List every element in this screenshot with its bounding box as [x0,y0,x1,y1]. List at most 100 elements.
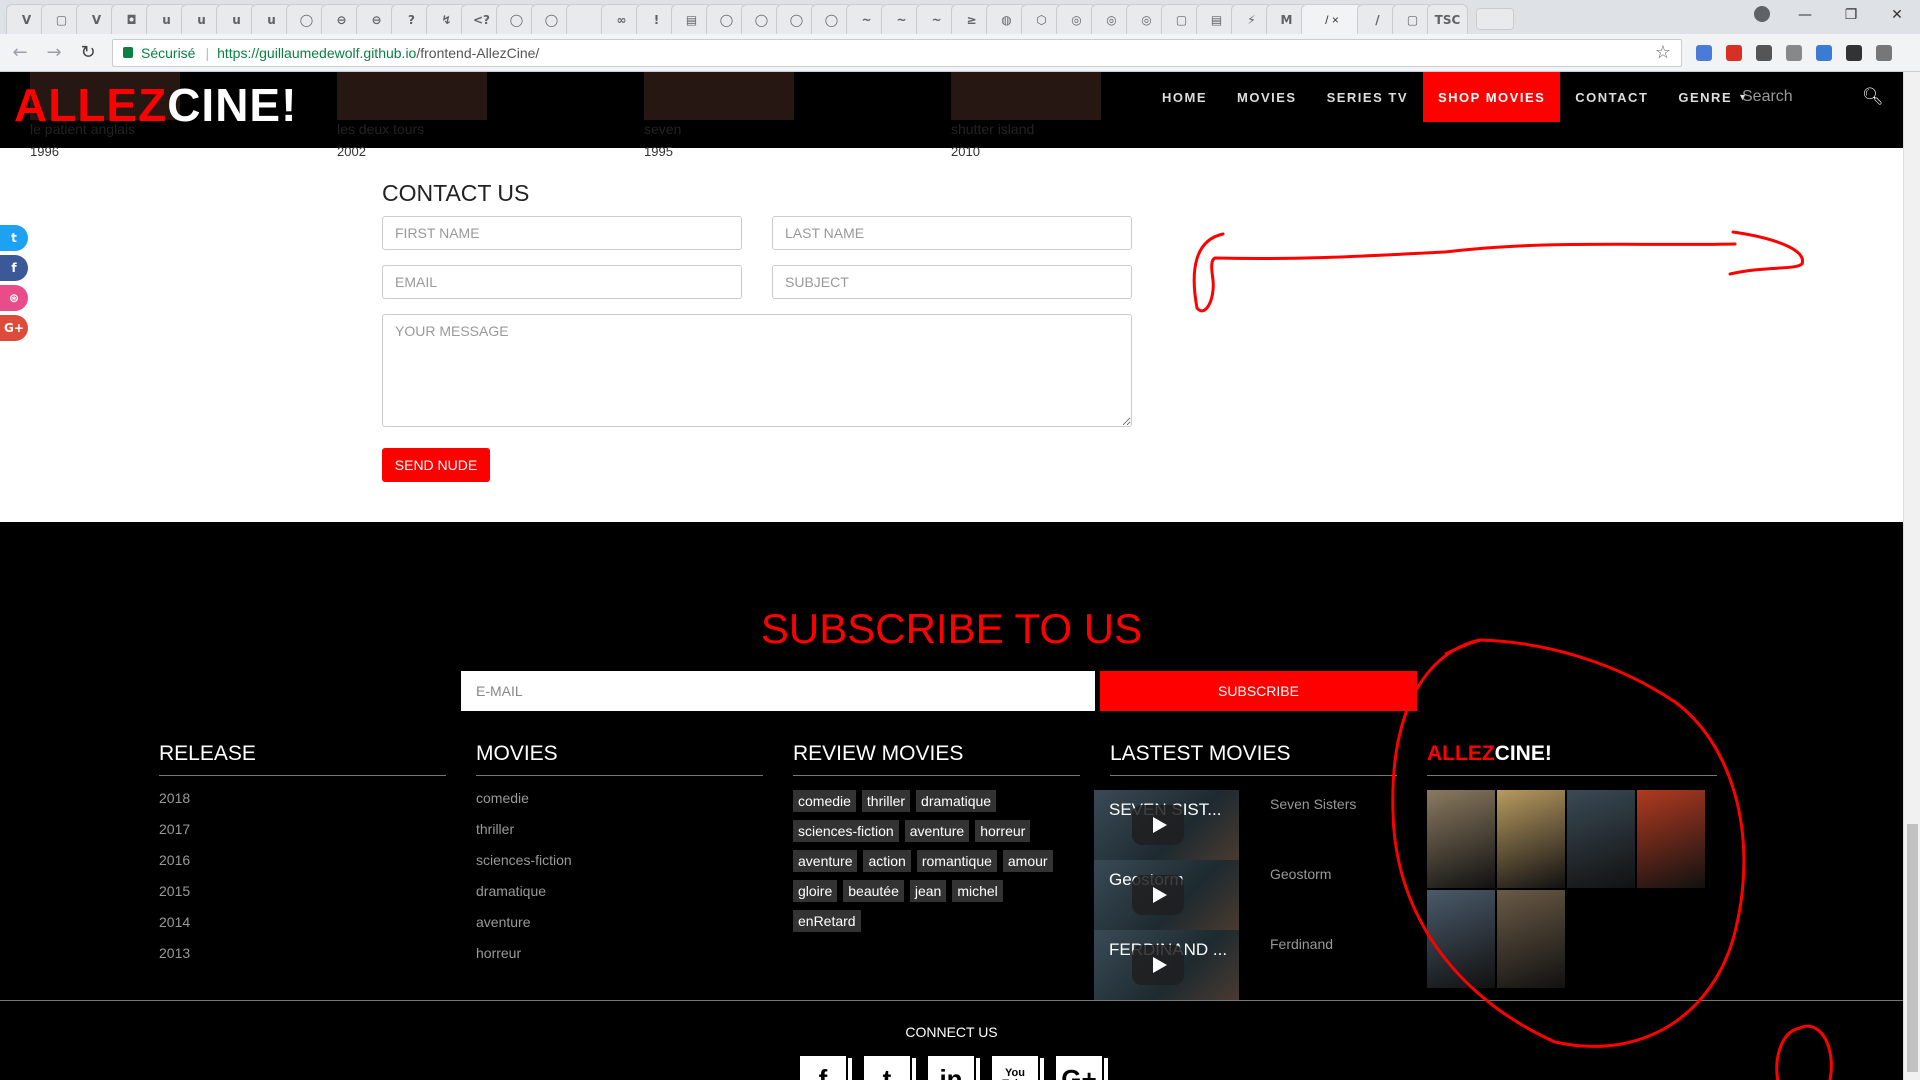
gallery-poster[interactable] [1427,890,1495,988]
linkedin-icon[interactable]: in [926,1054,976,1080]
tag[interactable]: beautée [843,880,904,902]
youtube-icon[interactable]: You Tube [990,1054,1040,1080]
active-browser-tab[interactable]: / × [1301,4,1363,34]
genre-link[interactable]: dramatique [476,883,763,899]
genre-link[interactable]: sciences-fiction [476,852,763,868]
tag[interactable]: aventure [904,820,970,842]
translate-extension-icon[interactable] [1696,44,1712,61]
scrollbar-thumb[interactable] [1907,824,1918,1072]
tab-favicon-icon: u [267,12,276,27]
facebook-icon[interactable]: f [0,255,28,281]
tag[interactable]: horreur [975,820,1031,842]
tag[interactable]: action [863,850,911,872]
twitter-icon[interactable]: t [0,225,28,251]
extension-icon[interactable] [1726,44,1742,61]
play-icon[interactable] [1132,875,1184,915]
first-name-field[interactable] [382,216,742,250]
subject-field[interactable] [772,265,1132,299]
release-year-link[interactable]: 2013 [159,945,446,961]
new-tab-button[interactable] [1476,8,1514,30]
latest-movie-item[interactable]: Geostorm Geostorm [1094,860,1397,930]
tag[interactable]: amour [1002,850,1053,872]
play-icon[interactable] [1132,945,1184,985]
genre-link[interactable]: thriller [476,821,763,837]
tag[interactable]: gloire [793,880,838,902]
tag[interactable]: aventure [793,850,858,872]
vue-extension-icon[interactable] [1786,44,1802,61]
tag[interactable]: enRetard [793,910,861,932]
dribbble-icon[interactable]: ⊛ [0,285,28,311]
latest-movie-name[interactable]: Geostorm [1270,866,1331,882]
latest-movie-name[interactable]: Seven Sisters [1270,796,1356,812]
gallery-poster[interactable] [1427,790,1495,888]
release-year-link[interactable]: 2014 [159,914,446,930]
latest-movie-item[interactable]: FERDINAND ... Ferdinand [1094,930,1397,1000]
menu-movies[interactable]: MOVIES [1222,72,1312,122]
video-thumbnail[interactable]: SEVEN SIST... [1094,790,1239,860]
extension-icon[interactable] [1816,44,1832,61]
strip-poster[interactable] [337,72,487,120]
google-plus-icon[interactable]: G+ [0,315,28,341]
tab-favicon-icon: ◎ [1141,12,1152,27]
release-year-link[interactable]: 2016 [159,852,446,868]
gallery-poster[interactable] [1497,790,1565,888]
video-thumbnail[interactable]: FERDINAND ... [1094,930,1239,1000]
menu-contact[interactable]: CONTACT [1560,72,1663,122]
back-icon[interactable]: ← [6,42,34,63]
last-name-field[interactable] [772,216,1132,250]
gallery-poster[interactable] [1637,790,1705,888]
video-thumbnail[interactable]: Geostorm [1094,860,1239,930]
evernote-extension-icon[interactable] [1846,44,1862,61]
strip-poster[interactable] [951,72,1101,120]
search-input[interactable] [1742,88,1852,106]
message-field[interactable] [382,314,1132,427]
subscribe-button[interactable]: SUBSCRIBE [1100,671,1417,711]
send-button[interactable]: SEND NUDE [382,448,490,482]
annotation-arrow [1192,230,1804,313]
tag[interactable]: thriller [861,790,911,812]
menu-home[interactable]: HOME [1147,72,1222,122]
email-field[interactable] [382,265,742,299]
menu-icon[interactable] [1876,44,1892,61]
tag[interactable]: comedie [793,790,856,812]
tag[interactable]: dramatique [916,790,997,812]
genre-link[interactable]: aventure [476,914,763,930]
tag[interactable]: romantique [916,850,997,872]
bookmark-star-icon[interactable]: ☆ [1655,42,1671,63]
eyedropper-extension-icon[interactable] [1756,44,1772,61]
site-logo[interactable]: ALLEZCINE! [14,78,297,132]
tag[interactable]: sciences-fiction [793,820,899,842]
reload-icon[interactable]: ↻ [74,42,102,63]
poster-gallery [1427,790,1717,990]
genre-link[interactable]: comedie [476,790,763,806]
menu-shop-movies[interactable]: SHOP MOVIES [1423,72,1561,122]
tag[interactable]: jean [909,880,947,902]
strip-poster[interactable] [644,72,794,120]
latest-column: LASTEST MOVIES SEVEN SIST... Seven Siste… [1094,742,1397,1000]
gallery-poster[interactable] [1567,790,1635,888]
menu-series-tv[interactable]: SERIES TV [1312,72,1423,122]
restore-icon[interactable]: ❐ [1828,7,1874,23]
close-icon[interactable]: ✕ [1874,7,1920,23]
genre-link[interactable]: horreur [476,945,763,961]
forward-icon[interactable]: → [40,42,68,63]
profile-icon[interactable] [1754,6,1770,22]
release-year-link[interactable]: 2015 [159,883,446,899]
tab-favicon-icon: ◯ [789,12,804,27]
release-year-link[interactable]: 2018 [159,790,446,806]
release-year-link[interactable]: 2017 [159,821,446,837]
tag[interactable]: michel [952,880,1003,902]
latest-movie-item[interactable]: SEVEN SIST... Seven Sisters [1094,790,1397,860]
page-scrollbar[interactable] [1903,72,1920,1080]
latest-movie-name[interactable]: Ferdinand [1270,936,1333,952]
minimize-icon[interactable]: — [1782,7,1828,23]
browser-tab[interactable]: TSC [1427,4,1468,34]
gallery-poster[interactable] [1497,890,1565,988]
play-icon[interactable] [1132,805,1184,845]
address-bar[interactable]: Sécurisé | https://guillaumedewolf.githu… [112,38,1682,67]
subscribe-email-input[interactable] [461,671,1095,711]
twitter-icon[interactable]: t [862,1054,912,1080]
google-plus-icon[interactable]: G+ [1054,1054,1104,1080]
search-icon[interactable]: 🔍︎ [1862,87,1884,107]
facebook-icon[interactable]: f [798,1054,848,1080]
